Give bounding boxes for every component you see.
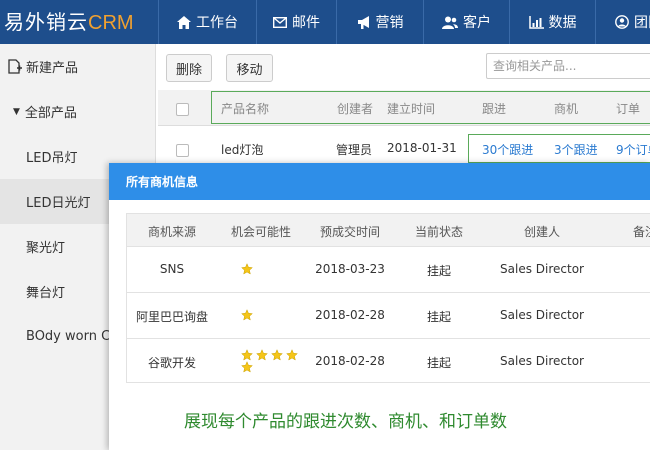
table-row[interactable]: 谷歌开发 2018-02-28 挂起 Sales Director bbox=[127, 339, 650, 385]
caret-down-icon: ▼ bbox=[13, 106, 20, 117]
mail-icon bbox=[273, 16, 287, 28]
star-icon bbox=[241, 349, 253, 361]
chart-icon bbox=[528, 15, 544, 29]
expected-date: 2018-02-28 bbox=[315, 308, 385, 322]
column-header-creator[interactable]: 创建者 bbox=[337, 100, 373, 117]
star-icon bbox=[241, 361, 253, 373]
column-header-name[interactable]: 产品名称 bbox=[221, 100, 269, 117]
star-icon bbox=[271, 349, 283, 361]
column-header-orders[interactable]: 订单 bbox=[616, 100, 640, 117]
orders-link[interactable]: 9个订单 bbox=[616, 141, 650, 158]
nav-label: 营销 bbox=[375, 15, 404, 31]
creator-name: Sales Director bbox=[500, 354, 584, 368]
status-label: 挂起 bbox=[426, 356, 452, 370]
opportunity-source: SNS bbox=[159, 262, 185, 276]
caption-text: 展现每个产品的跟进次数、商机、和订单数 bbox=[184, 412, 507, 432]
column-header-probability: 机会可能性 bbox=[230, 225, 292, 239]
new-document-icon bbox=[8, 59, 22, 74]
panel-title: 所有商机信息 bbox=[109, 163, 650, 200]
nav-item-data[interactable]: 数据 bbox=[509, 0, 595, 44]
opportunities-link[interactable]: 3个跟进 bbox=[554, 141, 598, 158]
sidebar-item-label: LED吊灯 bbox=[26, 151, 78, 166]
status-label: 挂起 bbox=[426, 264, 452, 278]
column-header-followups[interactable]: 跟进 bbox=[482, 100, 506, 117]
nav-item-mail[interactable]: 邮件 bbox=[256, 0, 336, 44]
nav-label: 邮件 bbox=[292, 15, 320, 31]
nav-item-marketing[interactable]: 营销 bbox=[336, 0, 423, 44]
sidebar-item-label: 聚光灯 bbox=[26, 241, 66, 256]
followups-link[interactable]: 30个跟进 bbox=[482, 141, 533, 158]
product-created-date: 2018-01-31 bbox=[387, 141, 457, 155]
row-checkbox[interactable] bbox=[176, 144, 189, 157]
select-all-checkbox[interactable] bbox=[176, 103, 189, 116]
product-creator: 管理员 bbox=[336, 143, 373, 157]
column-header-opportunities[interactable]: 商机 bbox=[554, 100, 578, 117]
status-label: 挂起 bbox=[426, 310, 452, 324]
new-product-button[interactable]: 新建产品 bbox=[0, 44, 164, 89]
expected-date: 2018-02-28 bbox=[315, 354, 385, 368]
opportunity-panel: 所有商机信息 商机来源 机会可能性 预成交时间 当前状态 创建人 备注 SNS … bbox=[109, 163, 650, 450]
column-header-notes: 备注 bbox=[632, 225, 650, 239]
star-icon bbox=[241, 263, 253, 275]
opportunity-source: 阿里巴巴询盘 bbox=[135, 310, 209, 324]
nav-item-customers[interactable]: 客户 bbox=[423, 0, 509, 44]
probability-stars bbox=[241, 309, 305, 321]
app-logo[interactable]: 易外销云CRM bbox=[4, 6, 134, 35]
nav-label: 数据 bbox=[548, 15, 577, 31]
sidebar-item-label: 全部产品 bbox=[24, 106, 77, 121]
nav-label: 工作台 bbox=[196, 15, 238, 31]
sidebar-item-label: LED日光灯 bbox=[26, 196, 91, 211]
expected-date: 2018-03-23 bbox=[315, 262, 385, 276]
column-header-source: 商机来源 bbox=[147, 225, 197, 239]
top-bar: 易外销云CRM 工作台 邮件 营销 客户 数据 团队 bbox=[0, 0, 650, 44]
product-name[interactable]: led灯泡 bbox=[221, 141, 263, 158]
column-header-created[interactable]: 建立时间 bbox=[387, 100, 435, 117]
probability-stars bbox=[241, 349, 305, 373]
opportunity-table: 商机来源 机会可能性 预成交时间 当前状态 创建人 备注 SNS 2018-03… bbox=[126, 213, 650, 383]
home-icon bbox=[177, 15, 191, 29]
opportunity-source: 谷歌开发 bbox=[147, 356, 197, 370]
star-icon bbox=[241, 309, 253, 321]
sidebar-item-all-products[interactable]: ▼ 全部产品 bbox=[0, 89, 169, 134]
creator-name: Sales Director bbox=[500, 308, 584, 322]
opportunity-table-header: 商机来源 机会可能性 预成交时间 当前状态 创建人 备注 bbox=[127, 214, 650, 247]
column-header-status: 当前状态 bbox=[414, 225, 464, 239]
user-circle-icon bbox=[615, 15, 629, 29]
logo-text: 易外销云 bbox=[4, 10, 88, 34]
move-button[interactable]: 移动 bbox=[226, 54, 273, 82]
delete-button[interactable]: 删除 bbox=[166, 54, 212, 82]
star-icon bbox=[256, 349, 268, 361]
column-header-creator: 创建人 bbox=[523, 225, 561, 239]
nav-item-team[interactable]: 团队 bbox=[595, 0, 650, 44]
logo-accent: CRM bbox=[88, 12, 134, 34]
table-row[interactable]: SNS 2018-03-23 挂起 Sales Director bbox=[127, 247, 650, 293]
megaphone-icon bbox=[357, 15, 369, 29]
table-row[interactable]: 阿里巴巴询盘 2018-02-28 挂起 Sales Director bbox=[127, 293, 650, 339]
probability-stars bbox=[241, 263, 305, 275]
column-header-expected-date: 预成交时间 bbox=[319, 225, 381, 239]
search-input[interactable] bbox=[486, 53, 650, 79]
nav-item-workbench[interactable]: 工作台 bbox=[158, 0, 256, 44]
new-product-label: 新建产品 bbox=[26, 61, 79, 76]
users-icon bbox=[442, 16, 458, 29]
creator-name: Sales Director bbox=[500, 262, 584, 276]
sidebar-item-label: 舞台灯 bbox=[26, 286, 66, 301]
star-icon bbox=[286, 349, 298, 361]
nav-label: 团队 bbox=[634, 15, 650, 31]
main-nav: 工作台 邮件 营销 客户 数据 团队 bbox=[158, 0, 650, 44]
nav-label: 客户 bbox=[463, 15, 491, 31]
